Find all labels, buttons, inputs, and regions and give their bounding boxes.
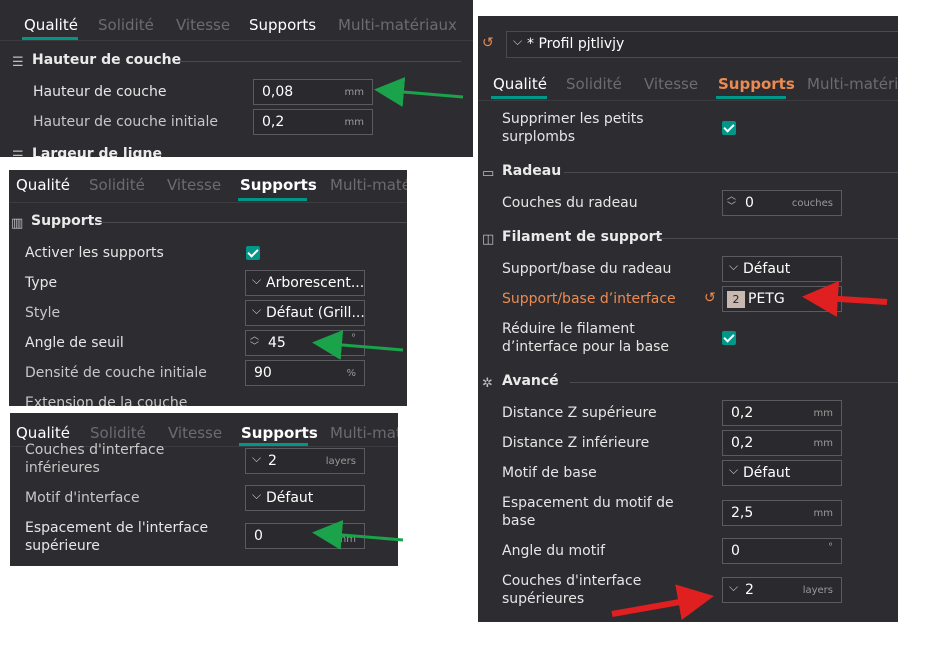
green-arrow-threshold-angle bbox=[312, 330, 404, 360]
green-arrow-interface-spacing bbox=[312, 520, 404, 550]
red-arrow-interface-filament bbox=[802, 280, 888, 317]
annotation-arrows bbox=[312, 77, 888, 620]
green-arrow-layer-height bbox=[374, 77, 464, 107]
red-arrow-top-interface-layers bbox=[611, 584, 714, 620]
